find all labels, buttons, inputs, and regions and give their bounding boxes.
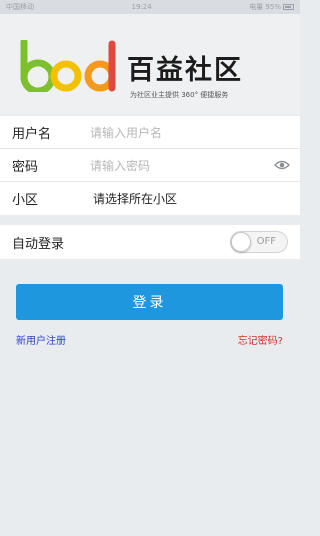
community-select[interactable]: 请选择所在小区 bbox=[93, 190, 177, 207]
login-form: 用户名 请输入用户名 密码 请输入密码 小区 请选择所在小区 bbox=[0, 116, 300, 215]
brand-slogan: 为社区业主提供 360° 便捷服务 bbox=[130, 91, 229, 99]
username-row[interactable]: 用户名 请输入用户名 bbox=[0, 116, 300, 149]
password-input[interactable]: 请输入密码 bbox=[90, 157, 150, 174]
logo-area: 百益社区 为社区业主提供 360° 便捷服务 bbox=[0, 14, 300, 114]
eye-icon[interactable] bbox=[274, 159, 290, 171]
toggle-state-text: OFF bbox=[256, 236, 276, 247]
battery-text: 电量 95% bbox=[249, 3, 281, 11]
auto-login-toggle[interactable]: OFF bbox=[230, 231, 288, 253]
username-input[interactable]: 请输入用户名 bbox=[90, 124, 162, 141]
community-label: 小区 bbox=[12, 193, 39, 208]
toggle-knob[interactable] bbox=[231, 232, 251, 252]
auto-login-label: 自动登录 bbox=[12, 236, 65, 252]
community-row[interactable]: 小区 请选择所在小区 bbox=[0, 182, 300, 215]
brand-name: 百益社区 bbox=[127, 55, 243, 86]
status-bar: 中国移动 19:24 电量 95% bbox=[0, 0, 300, 14]
forgot-password-link[interactable]: 忘记密码? bbox=[238, 332, 283, 347]
carrier-text: 中国移动 bbox=[6, 3, 34, 11]
time-text: 19:24 bbox=[131, 3, 152, 11]
login-button[interactable]: 登录 bbox=[16, 284, 283, 320]
status-right: 电量 95% bbox=[249, 2, 294, 12]
password-label: 密码 bbox=[12, 159, 39, 175]
brand-logo-icon bbox=[20, 40, 116, 92]
auto-login-row: 自动登录 OFF bbox=[0, 225, 300, 259]
register-link[interactable]: 新用户注册 bbox=[16, 332, 66, 347]
password-row[interactable]: 密码 请输入密码 bbox=[0, 149, 300, 182]
battery-icon bbox=[282, 4, 294, 10]
username-label: 用户名 bbox=[12, 126, 52, 142]
